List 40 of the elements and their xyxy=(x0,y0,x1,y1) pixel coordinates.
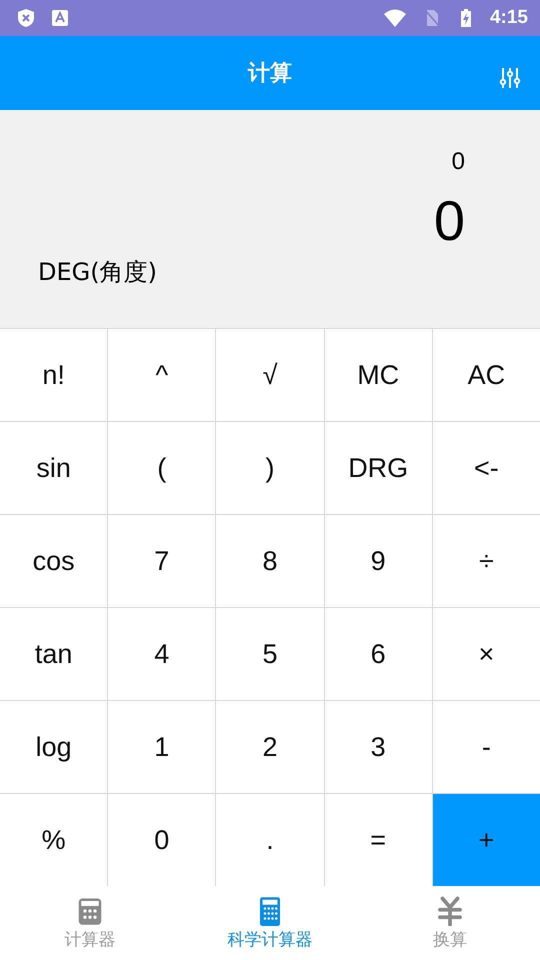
calculator-key[interactable]: 1 xyxy=(108,701,216,793)
calculator-key[interactable]: 7 xyxy=(108,515,216,607)
calculator-key[interactable]: 2 xyxy=(216,701,324,793)
angle-mode-label: DEG(角度) xyxy=(38,257,157,288)
calculator-key[interactable]: % xyxy=(0,794,108,886)
calculator-key[interactable]: = xyxy=(324,794,432,886)
calculator-key[interactable]: - xyxy=(432,701,540,793)
calculator-key[interactable]: ÷ xyxy=(432,515,540,607)
calculator-key[interactable]: tan xyxy=(0,608,108,700)
wifi-icon xyxy=(382,8,408,28)
calculator-key[interactable]: √ xyxy=(216,329,324,421)
clock-time: 4:15 xyxy=(490,7,528,29)
settings-icon[interactable] xyxy=(498,65,522,91)
calculator-key[interactable]: cos xyxy=(0,515,108,607)
calculator-key[interactable]: n! xyxy=(0,329,108,421)
calculator-key[interactable]: 3 xyxy=(324,701,432,793)
calculator-key[interactable]: 4 xyxy=(108,608,216,700)
calculator-key[interactable]: sin xyxy=(0,422,108,514)
calculator-key[interactable]: 0 xyxy=(108,794,216,886)
calculator-key[interactable]: 6 xyxy=(324,608,432,700)
calculator-key[interactable]: ( xyxy=(108,422,216,514)
app-title: 计算 xyxy=(248,60,292,88)
yuan-icon xyxy=(435,896,465,926)
calculator-key[interactable]: ^ xyxy=(108,329,216,421)
expression-text: 0 xyxy=(452,148,465,176)
calculator-key[interactable]: ) xyxy=(216,422,324,514)
result-text: 0 xyxy=(434,188,465,253)
calculator-key[interactable]: . xyxy=(216,794,324,886)
shield-icon xyxy=(16,8,36,28)
calculator-key[interactable]: 9 xyxy=(324,515,432,607)
calculator-key[interactable]: log xyxy=(0,701,108,793)
calculator-key[interactable]: MC xyxy=(324,329,432,421)
calculator-key[interactable]: 5 xyxy=(216,608,324,700)
calculator-key[interactable]: AC xyxy=(432,329,540,421)
text-icon xyxy=(50,8,70,28)
calculator-key[interactable]: × xyxy=(432,608,540,700)
calculator-key[interactable]: 8 xyxy=(216,515,324,607)
calculator-key[interactable]: DRG xyxy=(324,422,432,514)
calculator-key[interactable]: <- xyxy=(432,422,540,514)
calculator-key[interactable]: + xyxy=(432,794,540,886)
